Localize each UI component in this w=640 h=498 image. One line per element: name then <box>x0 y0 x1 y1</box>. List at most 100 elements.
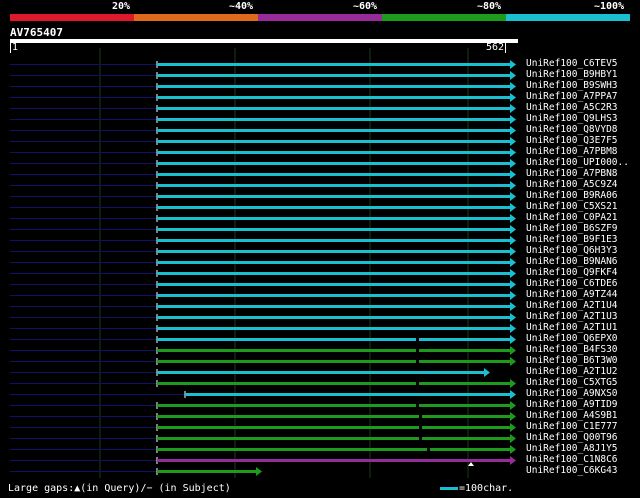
hit-row[interactable] <box>10 192 516 201</box>
legend-scale-swatch <box>440 487 458 490</box>
hit-row[interactable] <box>10 291 516 300</box>
hit-label[interactable]: UniRef100_Q00T96 <box>526 432 618 443</box>
hit-label[interactable]: UniRef100_A9TID9 <box>526 399 618 410</box>
hit-label[interactable]: UniRef100_C0PA21 <box>526 212 618 223</box>
hit-row[interactable] <box>10 203 516 212</box>
hit-row[interactable] <box>10 137 516 146</box>
hit-label[interactable]: UniRef100_A8J1Y5 <box>526 443 618 454</box>
hit-arrow-icon <box>510 313 516 322</box>
hit-arrow-icon <box>510 247 516 256</box>
hit-label[interactable]: UniRef100_A7PPA7 <box>526 91 618 102</box>
hit-label[interactable]: UniRef100_Q3E7F5 <box>526 135 618 146</box>
hit-label[interactable]: UniRef100_A2T1U2 <box>526 366 618 377</box>
hit-label[interactable]: UniRef100_Q9LHS3 <box>526 113 618 124</box>
hit-bar <box>157 415 419 418</box>
hit-row[interactable] <box>10 445 516 454</box>
hit-row[interactable] <box>10 60 516 69</box>
hit-label[interactable]: UniRef100_C6TEV5 <box>526 58 618 69</box>
hit-row[interactable] <box>10 401 516 410</box>
hit-row[interactable] <box>10 214 516 223</box>
hit-row[interactable] <box>10 324 516 333</box>
hit-row[interactable] <box>10 225 516 234</box>
hit-row[interactable] <box>10 148 516 157</box>
hit-label[interactable]: UniRef100_C6KG43 <box>526 465 618 476</box>
hit-label[interactable]: UniRef100_A7PBN8 <box>526 168 618 179</box>
hit-bar <box>157 173 510 176</box>
hit-row[interactable] <box>10 82 516 91</box>
hit-label[interactable]: UniRef100_C6TDE6 <box>526 278 618 289</box>
hit-bar <box>157 107 510 110</box>
hit-row[interactable] <box>10 258 516 267</box>
hit-row[interactable] <box>10 159 516 168</box>
hit-arrow-icon <box>510 423 516 432</box>
hit-row[interactable] <box>10 346 516 355</box>
hit-arrow-icon <box>510 324 516 333</box>
hit-arrow-icon <box>510 104 516 113</box>
hit-row[interactable] <box>10 456 516 466</box>
hit-row[interactable] <box>10 181 516 190</box>
hit-label[interactable]: UniRef100_C1E777 <box>526 421 618 432</box>
hit-label[interactable]: UniRef100_A2T1U1 <box>526 322 618 333</box>
hit-label[interactable]: UniRef100_A2T1U4 <box>526 300 618 311</box>
hit-label[interactable]: UniRef100_A5C9Z4 <box>526 179 618 190</box>
hit-bar <box>157 404 416 407</box>
hit-label[interactable]: UniRef100_A5C2R3 <box>526 102 618 113</box>
hit-label[interactable]: UniRef100_B6SZF9 <box>526 223 618 234</box>
hit-row[interactable] <box>10 71 516 80</box>
hit-label[interactable]: UniRef100_A7PBM8 <box>526 146 618 157</box>
hit-arrow-icon <box>510 203 516 212</box>
hit-label[interactable]: UniRef100_C5XTG5 <box>526 377 618 388</box>
hit-row[interactable] <box>10 247 516 256</box>
hit-label[interactable]: UniRef100_UPI000.. <box>526 157 629 168</box>
hit-row[interactable] <box>10 423 516 432</box>
hit-arrow-icon <box>510 60 516 69</box>
hit-row[interactable] <box>10 313 516 322</box>
hit-label[interactable]: UniRef100_C1N8C6 <box>526 454 618 465</box>
hit-bar <box>157 272 510 275</box>
hit-row[interactable] <box>10 434 516 443</box>
hit-row[interactable] <box>10 467 262 476</box>
hit-arrow-icon <box>510 170 516 179</box>
hit-row[interactable] <box>10 269 516 278</box>
hit-bar <box>157 206 510 209</box>
hit-row[interactable] <box>10 368 490 377</box>
hit-row[interactable] <box>10 126 516 135</box>
hit-label[interactable]: UniRef100_Q9FKF4 <box>526 267 618 278</box>
hit-label[interactable]: UniRef100_Q6EPX0 <box>526 333 618 344</box>
hit-label[interactable]: UniRef100_Q8VYD8 <box>526 124 618 135</box>
hit-row[interactable] <box>10 280 516 289</box>
hit-label[interactable]: UniRef100_A2T1U3 <box>526 311 618 322</box>
hit-row[interactable] <box>10 93 516 102</box>
hit-label[interactable]: UniRef100_B9SWH3 <box>526 80 618 91</box>
hit-label[interactable]: UniRef100_B4FS30 <box>526 344 618 355</box>
hit-bar <box>157 74 510 77</box>
hit-label[interactable]: UniRef100_B9RA06 <box>526 190 618 201</box>
hit-label[interactable]: UniRef100_A9NXS0 <box>526 388 618 399</box>
hit-label[interactable]: UniRef100_B9NAN6 <box>526 256 618 267</box>
hit-row[interactable] <box>10 335 516 344</box>
hit-row[interactable] <box>10 170 516 179</box>
hit-row[interactable] <box>10 357 516 366</box>
hit-arrow-icon <box>510 214 516 223</box>
hit-row[interactable] <box>10 412 516 421</box>
hit-label[interactable]: UniRef100_B9HBY1 <box>526 69 618 80</box>
hit-row[interactable] <box>10 236 516 245</box>
hit-row[interactable] <box>10 104 516 113</box>
hit-bar <box>157 96 510 99</box>
hit-arrow-icon <box>510 115 516 124</box>
hit-label[interactable]: UniRef100_Q6H3Y3 <box>526 245 618 256</box>
hit-row[interactable] <box>10 390 516 399</box>
legend-gaps: Large gaps:▲(in Query)/− (in Subject) <box>8 483 231 494</box>
hit-bar <box>430 448 510 451</box>
hit-row[interactable] <box>10 302 516 311</box>
hit-row[interactable] <box>10 379 516 388</box>
hit-label[interactable]: UniRef100_B9F1E3 <box>526 234 618 245</box>
hit-arrow-icon <box>510 379 516 388</box>
hit-label[interactable]: UniRef100_C5XS21 <box>526 201 618 212</box>
hit-bar <box>419 349 510 352</box>
hit-row[interactable] <box>10 115 516 124</box>
hit-label[interactable]: UniRef100_A4S9B1 <box>526 410 618 421</box>
hit-bar <box>157 316 510 319</box>
hit-label[interactable]: UniRef100_B6T3W0 <box>526 355 618 366</box>
hit-label[interactable]: UniRef100_A9TZ44 <box>526 289 618 300</box>
